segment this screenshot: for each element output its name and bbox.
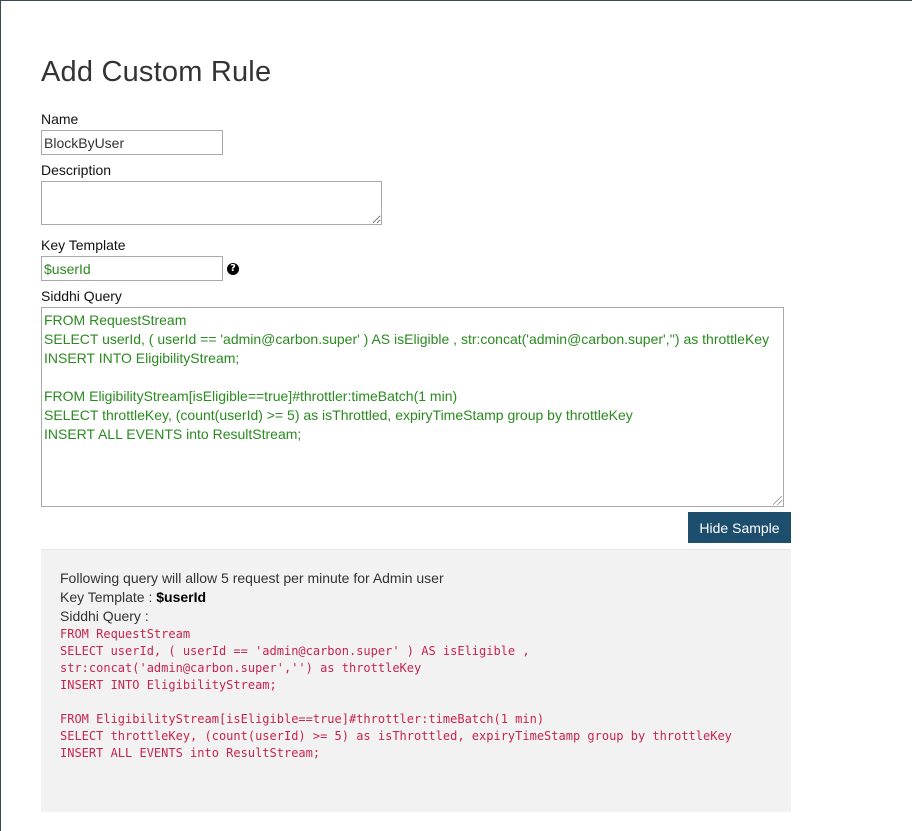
sample-key-template-prefix: Key Template : [60, 589, 157, 605]
resize-handle-icon[interactable] [773, 496, 782, 505]
query-line: SELECT throttleKey, (count(userId) >= 5)… [44, 407, 633, 423]
page-title: Add Custom Rule [41, 56, 272, 88]
name-input[interactable] [41, 130, 223, 155]
sample-key-template-value: $userId [156, 589, 207, 605]
siddhi-query-label: Siddhi Query [41, 288, 122, 304]
window-top-border [0, 0, 912, 1]
query-line: INSERT INTO EligibilityStream; [44, 350, 240, 366]
sample-panel: Following query will allow 5 request per… [41, 549, 791, 812]
query-line: SELECT userId, ( userId == 'admin@carbon… [44, 331, 770, 347]
key-template-input[interactable] [41, 256, 223, 281]
question-circle-icon[interactable]: ? [227, 263, 239, 275]
key-template-label: Key Template [41, 237, 126, 253]
query-line: FROM RequestStream [44, 312, 187, 328]
query-line [44, 368, 781, 387]
description-label: Description [41, 162, 112, 178]
sample-code: FROM RequestStream SELECT userId, ( user… [60, 627, 732, 760]
query-line: INSERT ALL EVENTS into ResultStream; [44, 426, 302, 442]
siddhi-query-textarea[interactable]: FROM RequestStream SELECT userId, ( user… [41, 307, 784, 507]
sample-siddhi-query-label: Siddhi Query : [60, 608, 149, 624]
name-label: Name [41, 111, 79, 127]
hide-sample-button[interactable]: Hide Sample [688, 512, 791, 543]
query-line: FROM EligibilityStream[isEligible==true]… [44, 388, 458, 404]
sample-key-template: Key Template : $userId [60, 589, 206, 605]
description-textarea[interactable] [41, 181, 382, 225]
window-left-border [0, 0, 1, 831]
sample-description: Following query will allow 5 request per… [60, 570, 444, 586]
